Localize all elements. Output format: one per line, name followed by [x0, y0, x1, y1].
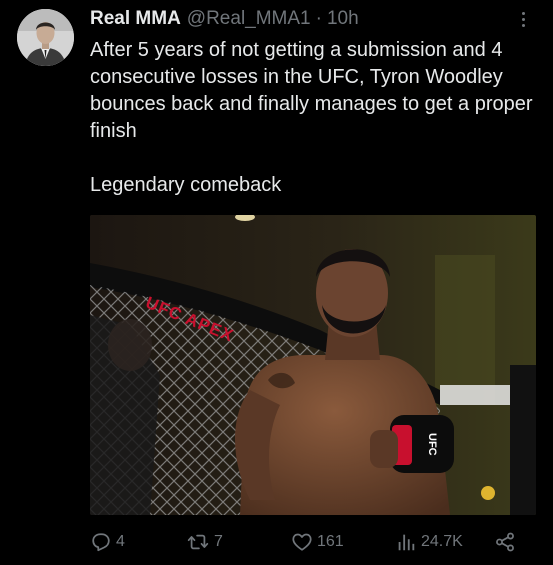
tweet-header: Real MMA @Real_MMA1 · 10h — [90, 8, 359, 32]
reply-button[interactable]: 4 — [90, 527, 125, 557]
share-button[interactable] — [494, 527, 516, 557]
heart-icon — [292, 533, 312, 551]
glove-logo-text: UFC — [426, 433, 438, 456]
like-count: 161 — [317, 533, 344, 550]
views-bars-icon — [398, 534, 415, 551]
reply-count: 4 — [116, 533, 125, 550]
tweet-timestamp[interactable]: 10h — [327, 8, 359, 30]
like-button[interactable]: 161 — [291, 527, 344, 557]
repost-count: 7 — [214, 533, 223, 550]
tweet-actions: 4 7 161 24.7K — [90, 527, 536, 557]
tweet-text-paragraph: Legendary comeback — [90, 174, 282, 196]
avatar-image — [17, 9, 74, 66]
repost-arrows-icon — [187, 534, 209, 550]
author-handle[interactable]: @Real_MMA1 — [187, 8, 311, 30]
header-separator: · — [315, 8, 322, 29]
more-dots-icon[interactable] — [515, 12, 531, 34]
tweet-media-photo[interactable]: UFC APEX UFC — [90, 215, 536, 515]
tweet: Real MMA @Real_MMA1 · 10h After 5 years … — [0, 0, 553, 565]
reply-bubble-icon — [92, 533, 110, 552]
share-icon — [496, 532, 514, 552]
tweet-text-paragraph: After 5 years of not getting a submissio… — [90, 39, 533, 142]
author-display-name[interactable]: Real MMA — [90, 8, 181, 30]
avatar[interactable] — [17, 9, 74, 66]
views-button[interactable]: 24.7K — [395, 527, 463, 557]
views-count: 24.7K — [421, 533, 463, 550]
fighter-photo — [90, 215, 536, 515]
tweet-text: After 5 years of not getting a submissio… — [90, 37, 536, 199]
repost-button[interactable]: 7 — [186, 527, 223, 557]
